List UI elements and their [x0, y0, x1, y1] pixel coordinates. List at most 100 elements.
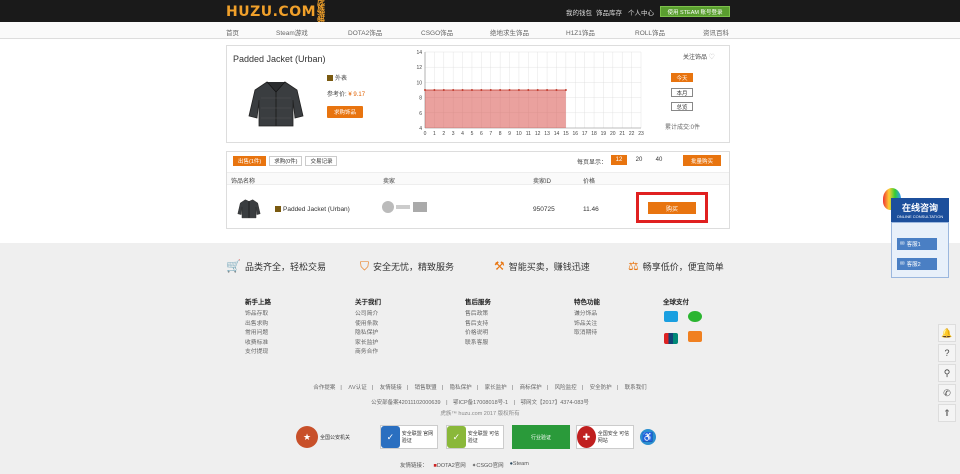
- footer-bottom-link[interactable]: 合作提案: [313, 385, 335, 391]
- footer-link[interactable]: 售后政策: [465, 310, 491, 320]
- feature-price: ⚖ 畅享低价，便宜简单: [628, 259, 724, 273]
- footer-link[interactable]: 谦分饰品: [574, 310, 600, 320]
- badge-police[interactable]: ★ 全国公安机关: [296, 425, 354, 449]
- badge-industry[interactable]: 行业验证: [512, 425, 570, 449]
- qq-icon: ✉: [900, 261, 905, 267]
- x-tick-label: 10: [516, 131, 522, 137]
- accessibility-icon[interactable]: ♿: [640, 429, 656, 445]
- footer-link[interactable]: 价格说明: [465, 329, 491, 339]
- footer-col-service: 售后服务 售后政策 售后支持 价格说明 联系客服: [465, 296, 491, 348]
- row-item-name[interactable]: Padded Jacket (Urban): [275, 206, 350, 213]
- back-to-top-icon[interactable]: ⇑: [938, 404, 956, 422]
- tab-sell[interactable]: 出售(1件): [233, 156, 267, 166]
- x-tick-label: 4: [461, 131, 464, 137]
- inventory-link[interactable]: 饰品库存: [596, 7, 622, 17]
- qq-service-1[interactable]: ✉ 客服1: [897, 238, 937, 250]
- tab-history[interactable]: 交易记录: [305, 156, 338, 166]
- bell-icon[interactable]: 🔔: [938, 324, 956, 342]
- footer-bottom-link[interactable]: 安全防护: [590, 385, 612, 391]
- nav-roll[interactable]: ROLL饰品: [635, 27, 665, 37]
- footer-bottom-link[interactable]: ΛV认证: [348, 385, 366, 391]
- badge-anquan1[interactable]: ✓ 安全联盟 官网验证: [380, 425, 438, 449]
- x-tick-label: 18: [591, 131, 597, 137]
- footer-bottom-link[interactable]: 风险监控: [555, 385, 577, 391]
- quickpay-icon: [688, 331, 702, 342]
- police-emblem-icon: ★: [296, 426, 318, 448]
- footer-link[interactable]: 饰品存取: [245, 310, 271, 320]
- footer-link[interactable]: 取消期待: [574, 329, 600, 339]
- check-shield-icon: ✓: [381, 426, 400, 448]
- price-point: [508, 89, 511, 91]
- friend-link-steam[interactable]: ●Steam: [510, 461, 529, 469]
- per-page-label: 每页显示：: [577, 160, 608, 166]
- help-icon[interactable]: ?: [938, 344, 956, 362]
- steam-login-button[interactable]: 使用 STEAM 账号登录: [660, 6, 730, 17]
- y-tick-label: 14: [416, 50, 422, 56]
- price-point: [461, 89, 464, 91]
- heart-icon: ♡: [708, 55, 715, 61]
- footer-link[interactable]: 售后支持: [465, 320, 491, 330]
- online-header: 在线咨询 ONLINE CONSULTATION: [891, 198, 949, 222]
- y-tick-label: 12: [416, 65, 422, 71]
- row-jacket-image: [237, 199, 261, 219]
- footer-link[interactable]: 使用条款: [355, 320, 381, 330]
- share-icon[interactable]: ⚲: [938, 364, 956, 382]
- per-page-40[interactable]: 40: [651, 155, 667, 165]
- wechat-pay-icon: [688, 311, 702, 322]
- seller-avatar[interactable]: [382, 201, 394, 213]
- friend-link-csgo[interactable]: ✦CSGO官网: [472, 461, 504, 469]
- footer-bottom-link[interactable]: 隐私保护: [450, 385, 472, 391]
- per-page-20[interactable]: 20: [631, 155, 647, 165]
- row-buy-button[interactable]: 购买: [648, 202, 696, 214]
- footer-bottom-link[interactable]: 销售联盟: [415, 385, 437, 391]
- footer-link[interactable]: 常用问题: [245, 329, 271, 339]
- footer-link[interactable]: 隐私保护: [355, 329, 381, 339]
- bulk-buy-button[interactable]: 批量购买: [683, 155, 721, 166]
- follow-item[interactable]: 关注饰品 ♡: [683, 52, 715, 61]
- footer-bottom-link[interactable]: 联系我们: [625, 385, 647, 391]
- nav-steam[interactable]: Steam游戏: [276, 27, 308, 37]
- nav-pubg[interactable]: 绝地求生饰品: [490, 27, 529, 37]
- price-point: [442, 89, 445, 91]
- nav-home[interactable]: 首页: [226, 27, 239, 37]
- range-all-button[interactable]: 总览: [671, 102, 693, 111]
- buy-order-button[interactable]: 求购饰品: [327, 106, 363, 118]
- per-page-12[interactable]: 12: [611, 155, 627, 165]
- nav-csgo[interactable]: CSGO饰品: [421, 27, 453, 37]
- footer-link[interactable]: 出售求购: [245, 320, 271, 330]
- range-today-button[interactable]: 今天: [671, 73, 693, 82]
- footer-bottom-link[interactable]: 家长监护: [485, 385, 507, 391]
- range-month-button[interactable]: 本月: [671, 88, 693, 97]
- nav-h1z1[interactable]: H1Z1饰品: [566, 27, 595, 37]
- wechat-icon[interactable]: ✆: [938, 384, 956, 402]
- col-name: 饰品名称: [231, 179, 256, 185]
- footer-link[interactable]: 公司简介: [355, 310, 381, 320]
- nav-news[interactable]: 资讯百科: [703, 27, 729, 37]
- site-logo[interactable]: HUZU.COM 虎族游戏: [226, 0, 329, 26]
- x-tick-label: 0: [424, 131, 427, 137]
- profile-link[interactable]: 个人中心: [628, 7, 654, 17]
- col-seller-id: 卖家ID: [533, 179, 552, 185]
- badge-anquan2[interactable]: ✓ 安全联盟 可信验证: [446, 425, 504, 449]
- footer-link[interactable]: 饰品关注: [574, 320, 600, 330]
- nav-dota2[interactable]: DOTA2饰品: [348, 27, 382, 37]
- price-point: [433, 89, 436, 91]
- feature-safety: ⛉ 安全无忧，精致服务: [360, 259, 455, 273]
- footer-bottom-link[interactable]: 商标保护: [520, 385, 542, 391]
- tab-buy[interactable]: 求购(0件): [269, 156, 303, 166]
- footer-bottom-link[interactable]: 友情链接: [380, 385, 402, 391]
- qq-service-2[interactable]: ✉ 客服2: [897, 258, 937, 270]
- badge-trusted[interactable]: ✚ 全国安全 可信网站: [576, 425, 634, 449]
- footer-link[interactable]: 支付提现: [245, 348, 271, 358]
- x-tick-label: 21: [619, 131, 625, 137]
- friend-link-dota2[interactable]: ■DOTA2官网: [434, 461, 466, 469]
- footer-link[interactable]: 家长监护: [355, 339, 381, 349]
- footer-link[interactable]: 收费标准: [245, 339, 271, 349]
- footer-link[interactable]: 商务合作: [355, 348, 381, 358]
- footer-link[interactable]: 联系客服: [465, 339, 491, 349]
- feature-variety: 🛒 品类齐全，轻松交易: [226, 259, 326, 273]
- online-consult-widget[interactable]: 在线咨询 ONLINE CONSULTATION ✉ 客服1 ✉ 客服2: [883, 188, 949, 278]
- price-point: [452, 89, 455, 91]
- y-tick-label: 10: [416, 80, 422, 86]
- wallet-link[interactable]: 我的钱包: [566, 7, 592, 17]
